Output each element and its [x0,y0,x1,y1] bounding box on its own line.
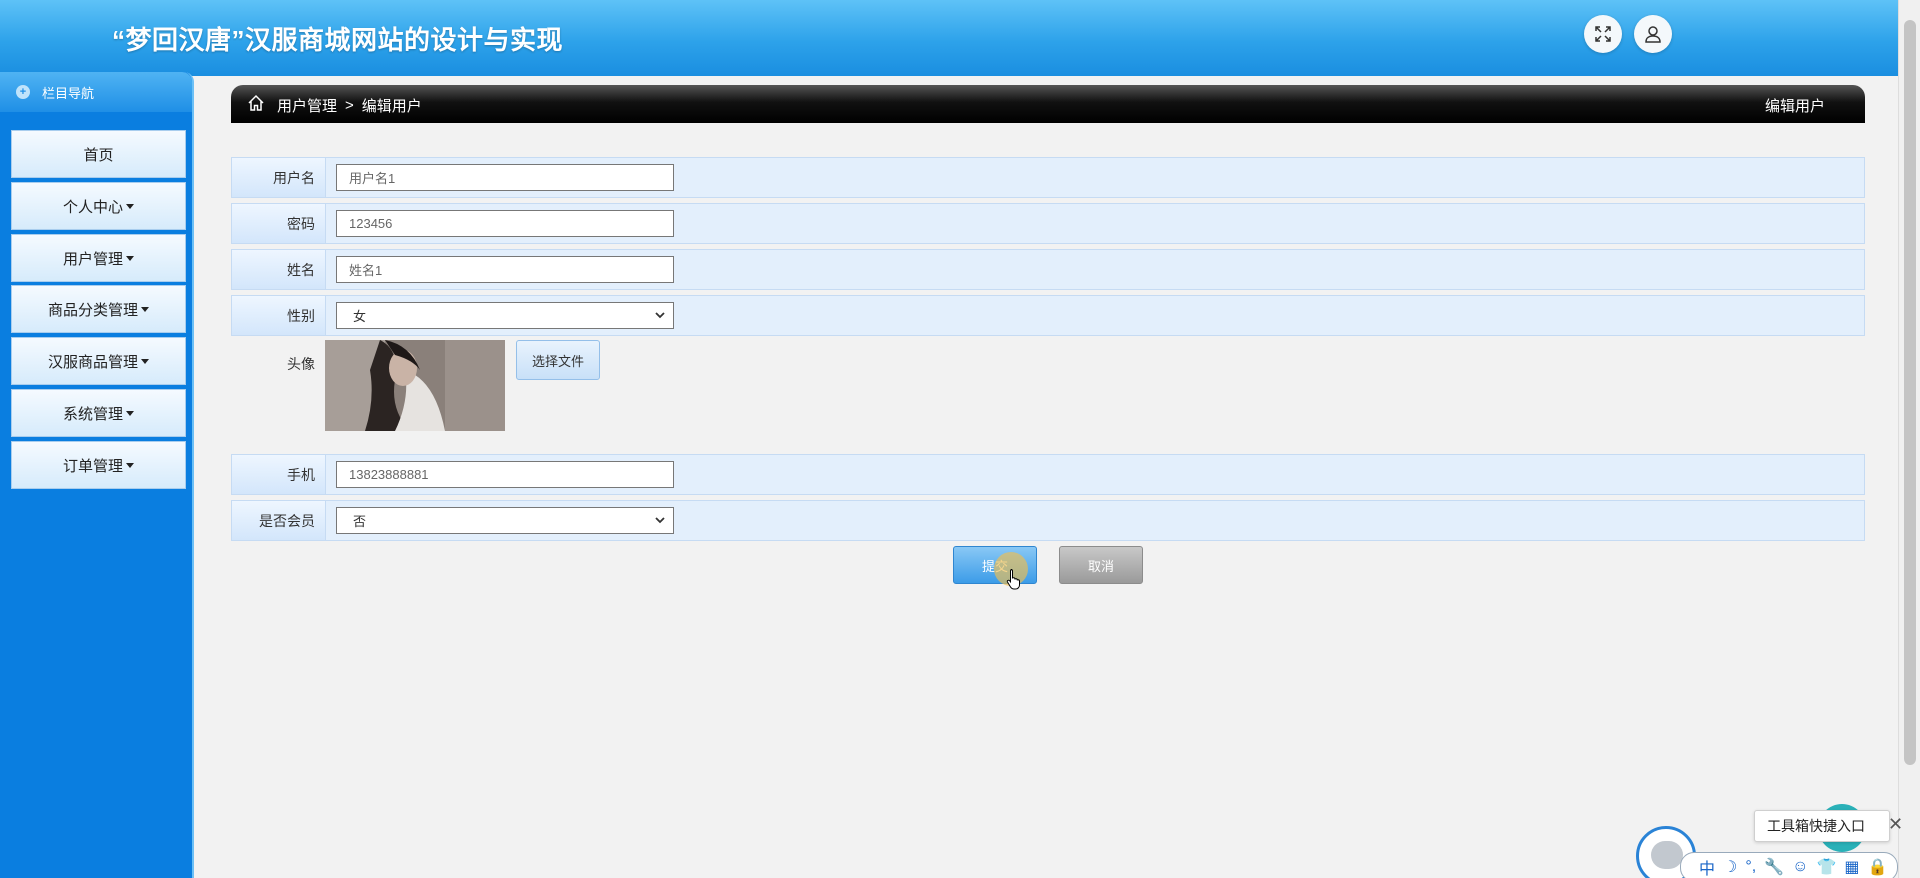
member-label: 是否会员 [232,501,326,540]
moon-icon[interactable]: ☽ [1723,857,1737,877]
member-select[interactable]: 否 [336,507,674,534]
wrench-icon[interactable]: 🔧 [1764,857,1784,877]
caret-down-icon [126,255,134,261]
sidebar-item-home[interactable]: 首页 [11,130,186,178]
sidebar-item-label: 订单管理 [62,457,123,475]
fullscreen-button[interactable] [1584,15,1622,53]
caret-down-icon [141,358,149,364]
form-row-password: 密码 123456 [231,203,1865,244]
choose-file-button[interactable]: 选择文件 [516,340,600,380]
form-row-name: 姓名 姓名1 [231,249,1865,290]
page-scrollbar[interactable] [1898,0,1920,878]
lock-icon[interactable]: 🔒 [1868,857,1888,877]
avatar-photo [325,340,505,431]
form-row-username: 用户名 用户名1 [231,157,1865,198]
name-input[interactable]: 姓名1 [336,256,674,283]
sidebar-title: 栏目导航 [42,85,95,101]
caret-down-icon [126,462,134,468]
breadcrumb-current: 编辑用户 [361,98,422,115]
home-icon[interactable] [247,94,265,112]
phone-input[interactable]: 13823888881 [336,461,674,488]
breadcrumb-separator: > [345,97,354,114]
breadcrumb-bar: 用户管理 > 编辑用户 编辑用户 [231,85,1865,123]
scrollbar-thumb[interactable] [1904,20,1916,765]
form-row-gender: 性别 女 [231,295,1865,336]
plus-circle-icon: + [16,85,30,99]
ime-toolbar: 中 ☽ °, 🔧 ☺ 👕 ▦ 🔒 [1680,852,1898,878]
punctuation-icon[interactable]: °, [1745,858,1756,876]
expand-icon [1595,26,1611,42]
sidebar-item-label: 首页 [83,146,114,164]
password-label: 密码 [232,204,326,243]
avatar-image [325,340,505,431]
sidebar-header: + 栏目导航 [0,72,192,112]
submit-button[interactable]: 提交 [953,546,1037,584]
phone-label: 手机 [232,455,326,494]
gender-select[interactable]: 女 [336,302,674,329]
breadcrumb-section[interactable]: 用户管理 [277,95,337,116]
page-title: 编辑用户 [1764,98,1825,115]
form-row-avatar: 头像 选择文件 [231,340,1865,432]
sidebar-item-personal-center[interactable]: 个人中心 [11,182,186,230]
close-icon[interactable]: ✕ [1888,814,1903,835]
sidebar-item-label: 汉服商品管理 [47,353,138,371]
sidebar-item-order-management[interactable]: 订单管理 [11,441,186,489]
sidebar-item-label: 用户管理 [62,250,123,268]
grid-icon[interactable]: ▦ [1844,857,1859,877]
caret-down-icon [126,410,134,416]
top-header: “梦回汉唐”汉服商城网站的设计与实现 [0,0,1898,76]
caret-down-icon [126,203,134,209]
ime-chinese-mode[interactable]: 中 [1699,855,1715,878]
robot-face [1651,841,1683,869]
form-row-phone: 手机 13823888881 [231,454,1865,495]
name-label: 姓名 [232,250,326,289]
member-select-wrap[interactable]: 否 [336,507,674,534]
sidebar-item-label: 系统管理 [62,405,123,423]
gender-label: 性别 [232,296,326,335]
sidebar-item-hanfu-management[interactable]: 汉服商品管理 [11,337,186,385]
skin-icon[interactable]: 👕 [1816,857,1836,877]
avatar-label: 头像 [287,356,315,372]
username-label: 用户名 [232,158,326,197]
user-icon [1645,26,1661,43]
site-title: “梦回汉唐”汉服商城网站的设计与实现 [112,25,564,55]
emoji-icon[interactable]: ☺ [1792,858,1808,876]
form-row-member: 是否会员 否 [231,500,1865,541]
breadcrumb: 用户管理 > 编辑用户 [277,95,422,116]
caret-down-icon [141,306,149,312]
sidebar-item-category-management[interactable]: 商品分类管理 [11,285,186,333]
password-input[interactable]: 123456 [336,210,674,237]
gender-select-wrap[interactable]: 女 [336,302,674,329]
user-button[interactable] [1634,15,1672,53]
username-input[interactable]: 用户名1 [336,164,674,191]
sidebar-item-label: 个人中心 [62,198,123,216]
cancel-button[interactable]: 取消 [1059,546,1143,584]
sidebar-item-system-management[interactable]: 系统管理 [11,389,186,437]
sidebar-item-label: 商品分类管理 [47,301,138,319]
sidebar-item-user-management[interactable]: 用户管理 [11,234,186,282]
toolbox-tooltip: 工具箱快捷入口 [1754,810,1890,842]
